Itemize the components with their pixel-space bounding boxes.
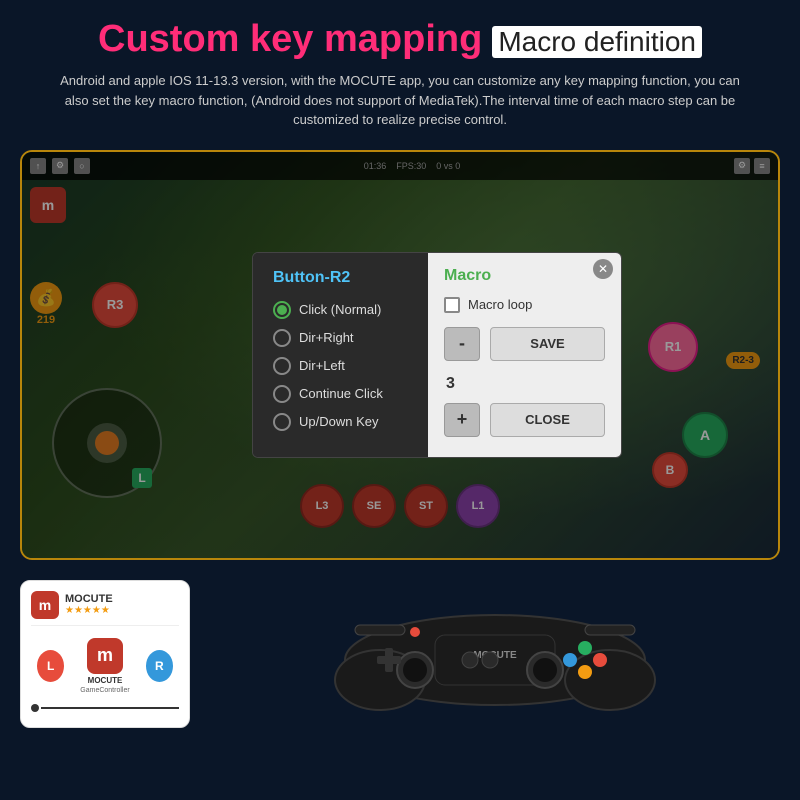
option-dir-right-label: Dir+Right xyxy=(299,330,354,345)
option-updown-key-label: Up/Down Key xyxy=(299,414,378,429)
title-custom: Custom key mapping xyxy=(98,18,482,61)
controller-area: MOCUTE xyxy=(210,580,780,720)
app-btn-l-label: L xyxy=(47,659,54,673)
option-dir-left[interactable]: Dir+Left xyxy=(273,357,408,375)
app-line xyxy=(41,707,179,709)
game-container: ↑ ⚙ ○ 01:36 FPS:30 0 vs 0 ⚙ ≡ m 💰 21 xyxy=(20,150,780,560)
macro-loop-checkbox[interactable] xyxy=(444,297,460,313)
app-logo-sub: GameController xyxy=(80,687,129,694)
app-divider xyxy=(31,625,179,626)
app-card-header: m MOCUTE ★★★★★ xyxy=(31,591,179,619)
dialog-close-x[interactable]: ✕ xyxy=(593,259,613,279)
app-dot xyxy=(31,704,39,712)
header-title: Custom key mapping Macro definition xyxy=(30,18,770,61)
macro-title: Macro xyxy=(444,267,605,285)
app-logo-big: m MOCUTE GameController xyxy=(80,638,129,694)
app-info: MOCUTE ★★★★★ xyxy=(65,593,113,616)
header-section: Custom key mapping Macro definition Andr… xyxy=(0,0,800,142)
radio-updown-key xyxy=(273,413,291,431)
macro-plus-button[interactable]: + xyxy=(444,403,480,437)
dialog-button-label: Button-R2 xyxy=(273,269,408,287)
macro-close-button[interactable]: CLOSE xyxy=(490,403,605,437)
radio-click-normal xyxy=(273,301,291,319)
radio-continue-click xyxy=(273,385,291,403)
macro-loop-row: Macro loop xyxy=(444,297,605,313)
app-icon: m xyxy=(31,591,59,619)
option-dir-left-label: Dir+Left xyxy=(299,358,345,373)
macro-bottom-buttons: + CLOSE xyxy=(444,403,605,437)
game-screen: ↑ ⚙ ○ 01:36 FPS:30 0 vs 0 ⚙ ≡ m 💰 21 xyxy=(22,152,778,558)
dialog-right-panel: ✕ Macro Macro loop - SAVE 3 + CLOSE xyxy=(428,253,621,457)
macro-minus-button[interactable]: - xyxy=(444,327,480,361)
title-macro: Macro definition xyxy=(492,26,702,58)
macro-loop-label: Macro loop xyxy=(468,297,532,312)
app-name: MOCUTE xyxy=(65,593,113,605)
option-click-normal[interactable]: Click (Normal) xyxy=(273,301,408,319)
app-btn-r-label: R xyxy=(155,659,164,673)
app-btn-l: L xyxy=(37,650,64,682)
app-logo-icon: m xyxy=(87,638,123,674)
option-continue-click-label: Continue Click xyxy=(299,386,383,401)
option-click-normal-label: Click (Normal) xyxy=(299,302,381,317)
macro-save-button[interactable]: SAVE xyxy=(490,327,605,361)
key-mapping-dialog: Button-R2 Click (Normal) Dir+Right Dir+L… xyxy=(252,252,622,458)
option-continue-click[interactable]: Continue Click xyxy=(273,385,408,403)
app-card: m MOCUTE ★★★★★ L m MOCUTE GameController… xyxy=(20,580,190,728)
radio-dir-right xyxy=(273,329,291,347)
app-dot-line xyxy=(31,704,179,712)
app-preview: L m MOCUTE GameController R xyxy=(31,632,179,700)
app-stars: ★★★★★ xyxy=(65,605,113,616)
header-description: Android and apple IOS 11-13.3 version, w… xyxy=(60,71,740,130)
option-dir-right[interactable]: Dir+Right xyxy=(273,329,408,347)
option-updown-key[interactable]: Up/Down Key xyxy=(273,413,408,431)
radio-dir-left xyxy=(273,357,291,375)
dialog-left-panel: Button-R2 Click (Normal) Dir+Right Dir+L… xyxy=(253,253,428,457)
macro-top-buttons: - SAVE xyxy=(444,327,605,361)
app-btn-r: R xyxy=(146,650,173,682)
macro-number: 3 xyxy=(444,375,605,393)
bottom-section: m MOCUTE ★★★★★ L m MOCUTE GameController… xyxy=(0,568,800,738)
controller-svg: MOCUTE xyxy=(325,580,665,720)
app-logo-text: MOCUTE xyxy=(88,676,123,685)
